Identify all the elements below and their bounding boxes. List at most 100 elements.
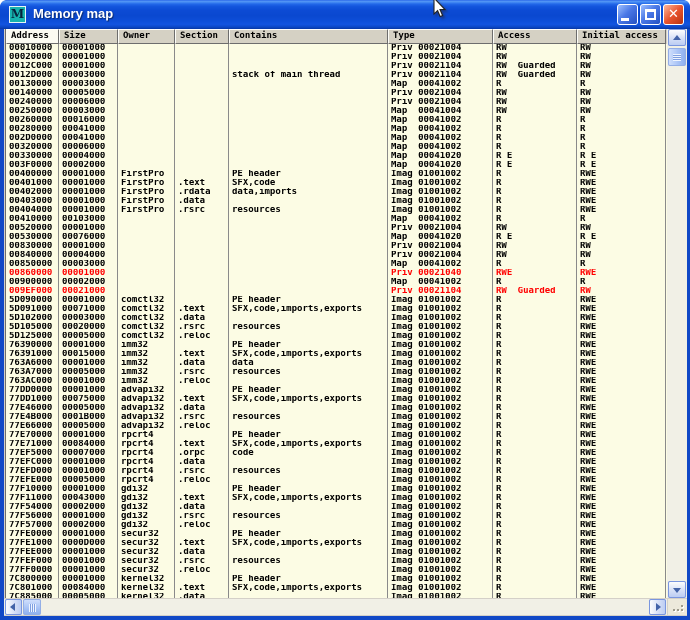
table-row[interactable]: 0024000000006000Priv 00021004RWRW bbox=[6, 98, 667, 107]
table-row[interactable]: 0084000000004000Priv 00021004RWRW bbox=[6, 251, 667, 260]
table-row[interactable]: 0040200000001000FirstPro.rdatadata,impor… bbox=[6, 188, 667, 197]
cell-size: 00002000 bbox=[59, 161, 118, 170]
table-row[interactable]: 77DD000000001000advapi32PE headerImag 01… bbox=[6, 386, 667, 395]
table-row[interactable]: 5D09100000071000comctl32.textSFX,code,im… bbox=[6, 305, 667, 314]
table-row[interactable]: 77EF500000007000rpcrt4.orpccodeImag 0100… bbox=[6, 449, 667, 458]
column-header-type[interactable]: Type bbox=[388, 29, 493, 44]
table-row[interactable]: 5D10200000003000comctl32.dataImag 010010… bbox=[6, 314, 667, 323]
table-row[interactable]: 763AC00000001000imm32.relocImag 01001002… bbox=[6, 377, 667, 386]
maximize-button[interactable] bbox=[640, 4, 661, 25]
cell-owner bbox=[118, 116, 175, 125]
cell-initial-access: RWE bbox=[577, 377, 666, 386]
table-row[interactable]: 0014000000005000Priv 00021004RWRW bbox=[6, 89, 667, 98]
table-row[interactable]: 77E4B0000001B000advapi32.rsrcresourcesIm… bbox=[6, 413, 667, 422]
table-row[interactable]: 0013000000003000Map 00041002RR bbox=[6, 80, 667, 89]
column-header-address[interactable]: Address bbox=[6, 29, 59, 44]
table-row[interactable]: 0090000000002000Map 00041002RR bbox=[6, 278, 667, 287]
table-row[interactable]: 77E7000000001000rpcrt4PE headerImag 0100… bbox=[6, 431, 667, 440]
table-row[interactable]: 77F1100000043000gdi32.textSFX,code,impor… bbox=[6, 494, 667, 503]
table-row[interactable]: 0012D00000003000stack of main threadPriv… bbox=[6, 71, 667, 80]
table-row[interactable]: 77EFD00000001000rpcrt4.rsrcresourcesImag… bbox=[6, 467, 667, 476]
table-row[interactable]: 0086000000001000Priv 00021040RWERWE bbox=[6, 269, 667, 278]
table-row[interactable]: 0032000000006000Map 00041002RR bbox=[6, 143, 667, 152]
cell-owner bbox=[118, 107, 175, 116]
table-row[interactable]: 77E7100000084000rpcrt4.textSFX,code,impo… bbox=[6, 440, 667, 449]
cell-access: RW bbox=[493, 224, 577, 233]
scroll-right-button[interactable] bbox=[649, 599, 666, 615]
table-row[interactable]: 0001000000001000Priv 00021004RWRW bbox=[6, 44, 667, 53]
table-row[interactable]: 009EF00000021000Priv 00021104RW GuardedR… bbox=[6, 287, 667, 296]
cell-initial-access: R E bbox=[577, 161, 666, 170]
table-row[interactable]: 763A700000005000imm32.rsrcresourcesImag … bbox=[6, 368, 667, 377]
cell-access: R bbox=[493, 296, 577, 305]
table-row[interactable]: 0040300000001000FirstPro.dataImag 010010… bbox=[6, 197, 667, 206]
table-row[interactable]: 5D10500000020000comctl32.rsrcresourcesIm… bbox=[6, 323, 667, 332]
cell-type: Imag 01001002 bbox=[388, 449, 493, 458]
table-row[interactable]: 77FF000000001000secur32.relocImag 010010… bbox=[6, 566, 667, 575]
cell-size: 00003000 bbox=[59, 80, 118, 89]
table-row[interactable]: 0012C00000001000Priv 00021104RW GuardedR… bbox=[6, 62, 667, 71]
scroll-left-button[interactable] bbox=[5, 599, 22, 615]
table-row[interactable]: 0085000000003000Map 00041002RR bbox=[6, 260, 667, 269]
table-row[interactable]: 5D09000000001000comctl32PE headerImag 01… bbox=[6, 296, 667, 305]
resize-grip[interactable] bbox=[668, 599, 687, 615]
cell-section: .data bbox=[175, 197, 229, 206]
memory-map-client: AddressSizeOwnerSectionContainsTypeAcces… bbox=[4, 29, 687, 616]
table-row[interactable]: 0041000000103000Map 00041002RR bbox=[6, 215, 667, 224]
table-row[interactable]: 7C80000000001000kernel32PE headerImag 01… bbox=[6, 575, 667, 584]
table-row[interactable]: 763A600000001000imm32.datadataImag 01001… bbox=[6, 359, 667, 368]
scroll-down-button[interactable] bbox=[668, 581, 686, 598]
table-row[interactable]: 77F5400000002000gdi32.dataImag 01001002R… bbox=[6, 503, 667, 512]
table-row[interactable]: 0040400000001000FirstPro.rsrcresourcesIm… bbox=[6, 206, 667, 215]
table-row[interactable]: 0026000000016000Map 00041002RR bbox=[6, 116, 667, 125]
table-row[interactable]: 7639100000015000imm32.textSFX,code,impor… bbox=[6, 350, 667, 359]
cell-section bbox=[175, 44, 229, 53]
vertical-scroll-thumb[interactable] bbox=[668, 48, 686, 66]
column-header-section[interactable]: Section bbox=[175, 29, 229, 44]
vertical-scrollbar[interactable] bbox=[667, 29, 687, 598]
table-row[interactable]: 0083000000001000Priv 00021004RWRW bbox=[6, 242, 667, 251]
table-row[interactable]: 7639000000001000imm32PE headerImag 01001… bbox=[6, 341, 667, 350]
title-bar[interactable]: M Memory map ✕ bbox=[0, 0, 690, 29]
horizontal-scrollbar[interactable] bbox=[4, 599, 667, 615]
table-row[interactable]: 77E4600000005000advapi32.dataImag 010010… bbox=[6, 404, 667, 413]
table-row[interactable]: 77DD100000075000advapi32.textSFX,code,im… bbox=[6, 395, 667, 404]
table-row[interactable]: 77F5700000002000gdi32.relocImag 01001002… bbox=[6, 521, 667, 530]
table-row[interactable]: 7C88500000005000kernel32.dataImag 010010… bbox=[6, 593, 667, 598]
table-row[interactable]: 0053000000076000Map 00041020R ER E bbox=[6, 233, 667, 242]
table-row[interactable]: 5D12500000005000comctl32.relocImag 01001… bbox=[6, 332, 667, 341]
table-row[interactable]: 77FEF00000001000secur32.rsrcresourcesIma… bbox=[6, 557, 667, 566]
table-row[interactable]: 77EFE00000005000rpcrt4.relocImag 0100100… bbox=[6, 476, 667, 485]
column-header-initial-access[interactable]: Initial access bbox=[577, 29, 666, 44]
cell-size: 0000D000 bbox=[59, 539, 118, 548]
table-row[interactable]: 0040000000001000FirstProPE headerImag 01… bbox=[6, 170, 667, 179]
arrow-up-icon bbox=[673, 35, 681, 40]
close-button[interactable]: ✕ bbox=[663, 4, 684, 25]
table-row[interactable]: 002D000000041000Map 00041002RR bbox=[6, 134, 667, 143]
table-row[interactable]: 77F1000000001000gdi32PE headerImag 01001… bbox=[6, 485, 667, 494]
table-row[interactable]: 0033000000004000Map 00041020R ER E bbox=[6, 152, 667, 161]
table-row[interactable]: 7C80100000084000kernel32.textSFX,code,im… bbox=[6, 584, 667, 593]
table-row[interactable]: 77FEE00000001000secur32.dataImag 0100100… bbox=[6, 548, 667, 557]
table-row[interactable]: 0028000000041000Map 00041002RR bbox=[6, 125, 667, 134]
cell-address: 00400000 bbox=[6, 170, 59, 179]
column-header-owner[interactable]: Owner bbox=[118, 29, 175, 44]
column-header-size[interactable]: Size bbox=[59, 29, 118, 44]
column-header-access[interactable]: Access bbox=[493, 29, 577, 44]
table-row[interactable]: 77FE10000000D000secur32.textSFX,code,imp… bbox=[6, 539, 667, 548]
table-row[interactable]: 0025000000003000Map 00041004RWRW bbox=[6, 107, 667, 116]
column-header-contains[interactable]: Contains bbox=[229, 29, 388, 44]
table-row[interactable]: 0002000000001000Priv 00021004RWRW bbox=[6, 53, 667, 62]
table-row[interactable]: 77F5600000001000gdi32.rsrcresourcesImag … bbox=[6, 512, 667, 521]
table-row[interactable]: 0040100000001000FirstPro.textSFX,codeIma… bbox=[6, 179, 667, 188]
table-row[interactable]: 77EFC00000001000rpcrt4.dataImag 01001002… bbox=[6, 458, 667, 467]
horizontal-scroll-thumb[interactable] bbox=[23, 599, 41, 615]
table-row[interactable]: 77FE000000001000secur32PE headerImag 010… bbox=[6, 530, 667, 539]
table-row[interactable]: 0052000000001000Priv 00021004RWRW bbox=[6, 224, 667, 233]
cell-owner: FirstPro bbox=[118, 179, 175, 188]
mouse-cursor-icon bbox=[429, 0, 449, 22]
minimize-button[interactable] bbox=[617, 4, 638, 25]
table-row[interactable]: 003F000000002000Map 00041020R ER E bbox=[6, 161, 667, 170]
table-row[interactable]: 77E6600000005000advapi32.relocImag 01001… bbox=[6, 422, 667, 431]
scroll-up-button[interactable] bbox=[668, 29, 686, 46]
